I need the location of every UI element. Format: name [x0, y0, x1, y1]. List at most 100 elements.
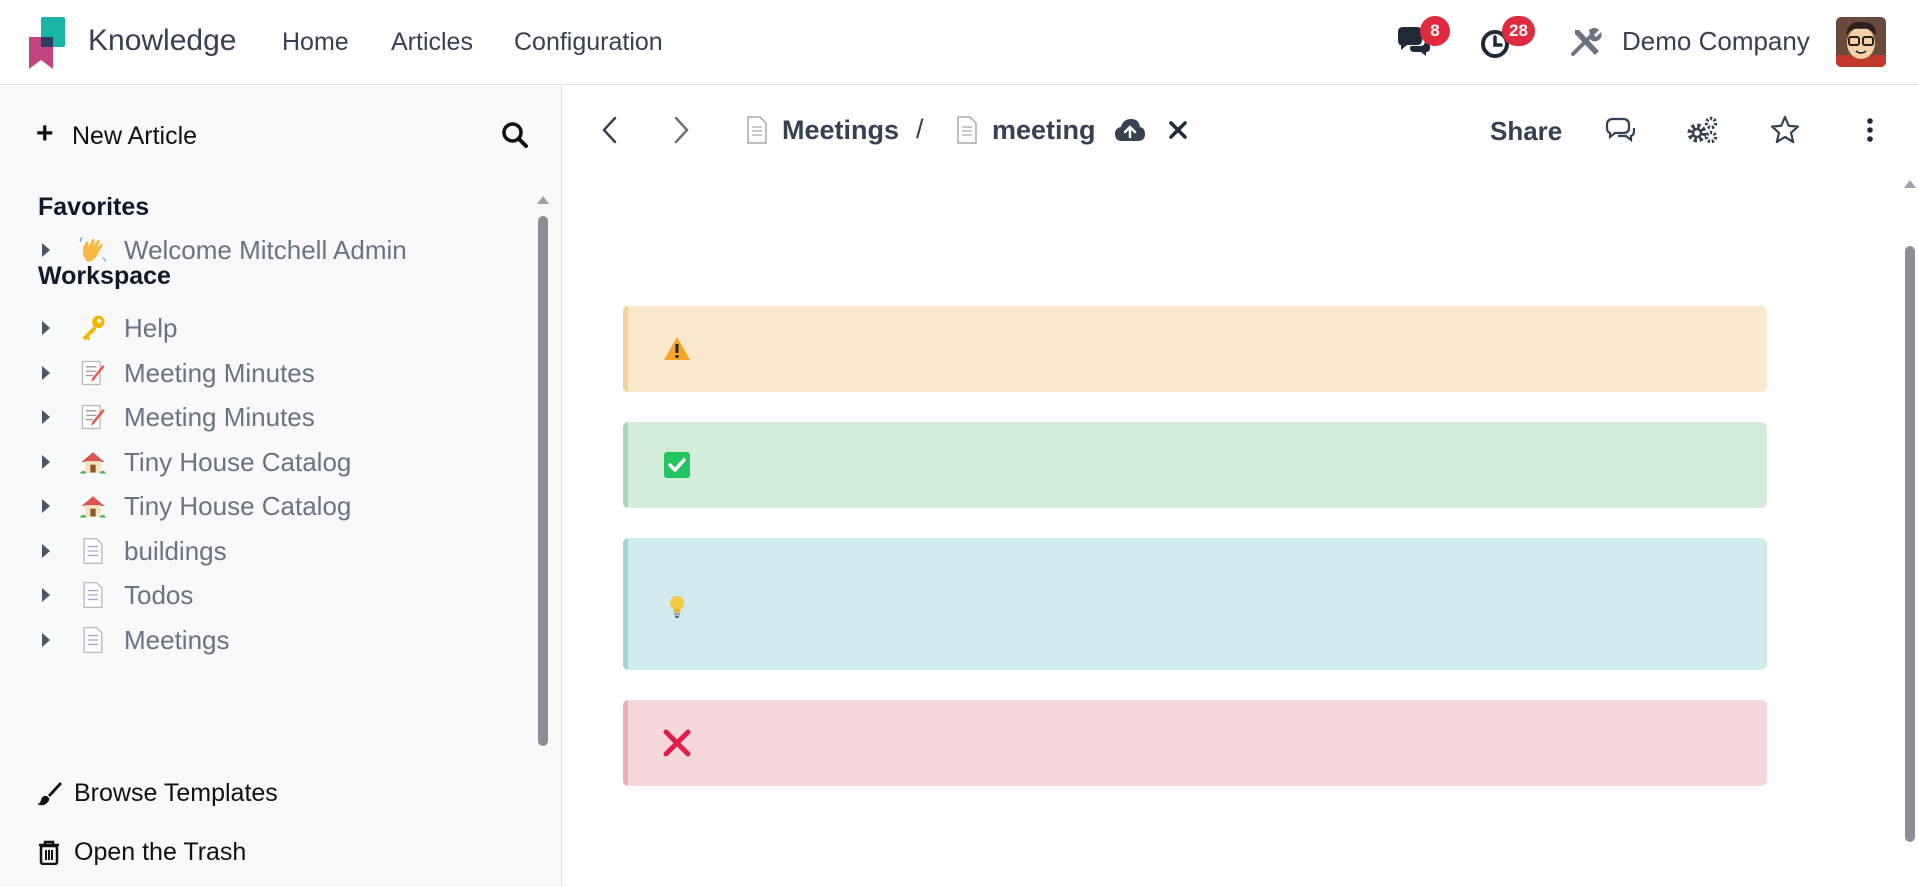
expand-caret-icon[interactable]: [36, 452, 56, 472]
nav-home[interactable]: Home: [282, 28, 349, 57]
sidebar: + New Article Favorites Welcome Mitchell…: [0, 86, 562, 887]
scroll-up-arrow-icon[interactable]: [537, 196, 549, 204]
trash-icon: [39, 840, 59, 865]
expand-caret-icon[interactable]: [36, 363, 56, 383]
browse-templates-button[interactable]: Browse Templates: [36, 773, 278, 813]
main-scrollbar[interactable]: [1904, 180, 1916, 842]
cloud-upload-icon: [1115, 119, 1145, 141]
callout-info[interactable]: [623, 538, 1767, 670]
nav-articles[interactable]: Articles: [391, 28, 473, 57]
favorite-item-label: Welcome Mitchell Admin: [124, 234, 407, 265]
search-icon[interactable]: [500, 120, 530, 150]
sidebar-scrollbar[interactable]: [537, 196, 549, 746]
callout-danger[interactable]: [623, 700, 1767, 786]
activities-badge: 28: [1502, 16, 1535, 46]
breadcrumb-separator: /: [916, 114, 924, 144]
plus-icon: +: [36, 117, 54, 150]
chevron-left-icon: [602, 116, 617, 144]
scrollbar-thumb[interactable]: [1905, 246, 1915, 842]
memo-icon: [76, 356, 110, 390]
breadcrumb-label: meeting: [992, 114, 1096, 145]
expand-caret-icon[interactable]: [36, 630, 56, 650]
workspace-item-help[interactable]: Help: [36, 305, 516, 351]
workspace-item-meeting-minutes[interactable]: Meeting Minutes: [36, 350, 516, 396]
more-options-button[interactable]: [1852, 112, 1888, 148]
chevron-right-icon: [674, 116, 689, 144]
scroll-up-arrow-icon[interactable]: [1904, 180, 1916, 188]
workspace-item-label: Tiny House Catalog: [124, 490, 352, 521]
workspace-item-label: Meeting Minutes: [124, 357, 315, 388]
breadcrumb-label: Meetings: [782, 114, 900, 145]
browse-templates-label: Browse Templates: [74, 778, 278, 807]
workspace-item-label: Help: [124, 312, 178, 343]
workspace-item-label: Meetings: [124, 624, 230, 655]
warning-icon: [664, 337, 690, 360]
tools-icon[interactable]: [1565, 22, 1605, 62]
workspace-item-label: Todos: [124, 579, 194, 610]
workspace-item-meetings[interactable]: Meetings: [36, 617, 516, 663]
company-switcher[interactable]: Demo Company: [1622, 26, 1810, 57]
workspace-title: Workspace: [38, 262, 171, 290]
properties-button[interactable]: [1684, 112, 1720, 148]
new-article-button[interactable]: + New Article: [36, 116, 197, 156]
paintbrush-icon: [37, 782, 62, 806]
expand-caret-icon[interactable]: [36, 407, 56, 427]
new-article-label: New Article: [72, 121, 198, 150]
memo-icon: [76, 400, 110, 434]
workspace-item-label: buildings: [124, 535, 227, 566]
forward-button[interactable]: [663, 112, 699, 148]
star-icon: [1770, 115, 1800, 144]
close-icon: [1169, 121, 1187, 139]
favorites-title: Favorites: [38, 193, 150, 221]
discard-button[interactable]: [1160, 112, 1196, 148]
workspace-item-label: Tiny House Catalog: [124, 446, 352, 477]
callout-border: [623, 538, 628, 670]
share-button[interactable]: Share: [1490, 116, 1562, 147]
document-icon: [957, 116, 977, 144]
cross-mark-icon: [663, 729, 691, 757]
sidebar-footer: Browse Templates Open the Trash: [0, 766, 561, 887]
workspace-item-tiny-house-catalog[interactable]: Tiny House Catalog: [36, 483, 516, 529]
breadcrumb-current: meeting: [956, 110, 1096, 150]
document-icon: [747, 116, 767, 144]
comments-icon: [1605, 117, 1636, 143]
messages-badge: 8: [1420, 16, 1450, 46]
open-trash-label: Open the Trash: [74, 837, 247, 866]
expand-caret-icon[interactable]: [36, 496, 56, 516]
expand-caret-icon[interactable]: [36, 240, 56, 260]
chatter-button[interactable]: [1602, 112, 1638, 148]
favorite-button[interactable]: [1767, 112, 1803, 148]
user-avatar[interactable]: [1836, 17, 1886, 67]
save-button[interactable]: [1112, 112, 1148, 148]
callout-warning[interactable]: [623, 306, 1767, 392]
scrollbar-thumb[interactable]: [538, 216, 548, 746]
workspace-item-meeting-minutes[interactable]: Meeting Minutes: [36, 394, 516, 440]
expand-caret-icon[interactable]: [36, 585, 56, 605]
knowledge-logo-icon[interactable]: [29, 17, 67, 69]
workspace-item-tiny-house-catalog[interactable]: Tiny House Catalog: [36, 439, 516, 485]
expand-caret-icon[interactable]: [36, 541, 56, 561]
app-name[interactable]: Knowledge: [88, 24, 236, 58]
checkbox-icon: [664, 452, 690, 478]
expand-caret-icon[interactable]: [36, 318, 56, 338]
house-icon: [76, 445, 110, 479]
callout-border: [623, 422, 628, 508]
lightbulb-icon: [670, 596, 684, 618]
nav-configuration[interactable]: Configuration: [514, 28, 663, 57]
callout-border: [623, 700, 628, 786]
key-icon: [76, 311, 110, 345]
workspace-item-todos[interactable]: Todos: [36, 572, 516, 618]
open-trash-button[interactable]: Open the Trash: [36, 832, 246, 872]
workspace-item-label: Meeting Minutes: [124, 401, 315, 432]
gears-icon: [1687, 116, 1718, 144]
workspace-item-buildings[interactable]: buildings: [36, 528, 516, 574]
breadcrumb-meetings[interactable]: Meetings: [746, 110, 899, 150]
callout-success[interactable]: [623, 422, 1767, 508]
kebab-menu-icon: [1867, 118, 1873, 142]
house-icon: [76, 489, 110, 523]
back-button[interactable]: [592, 112, 628, 148]
document-icon: [76, 623, 110, 657]
callout-border: [623, 306, 628, 392]
document-icon: [76, 578, 110, 612]
document-icon: [76, 534, 110, 568]
